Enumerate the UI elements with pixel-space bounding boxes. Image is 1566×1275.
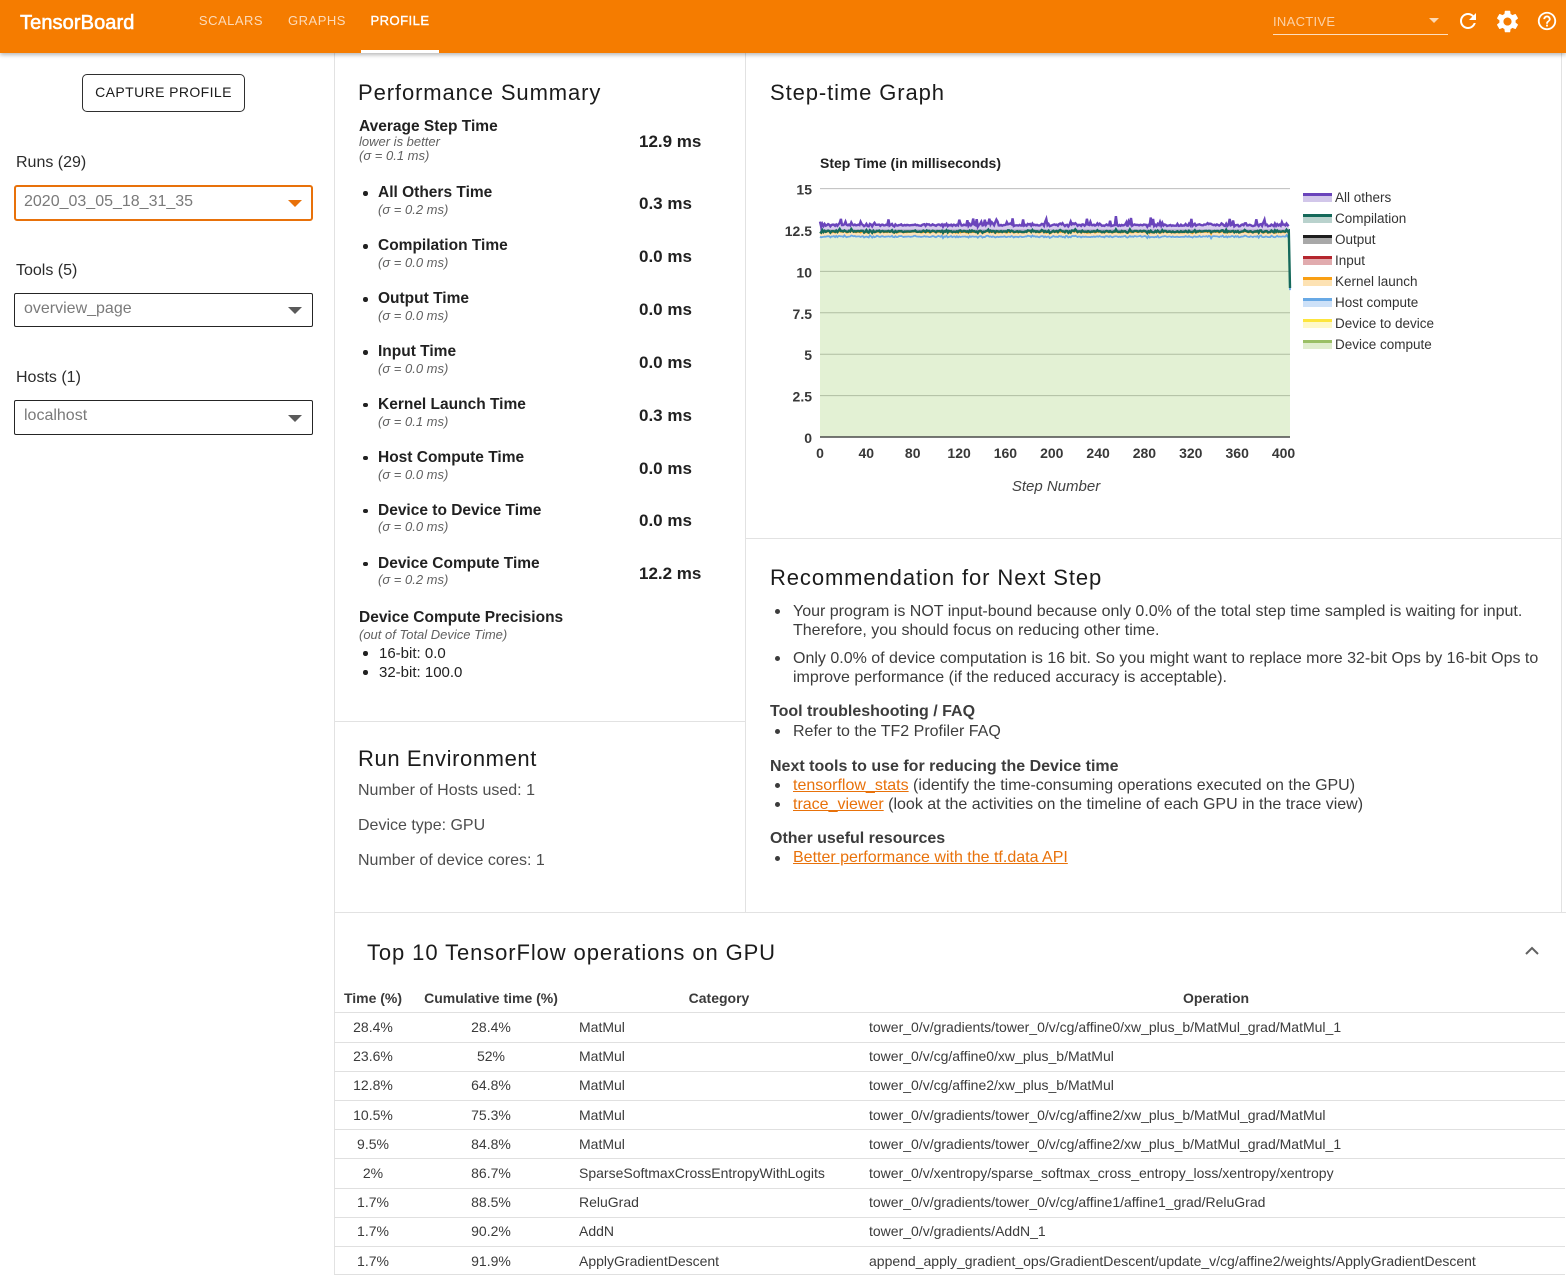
svg-text:160: 160 — [994, 445, 1018, 461]
svg-text:Step Number: Step Number — [1012, 478, 1101, 495]
svg-text:12.5: 12.5 — [785, 223, 812, 239]
svg-text:5: 5 — [804, 347, 812, 363]
svg-text:40: 40 — [859, 445, 875, 461]
svg-text:360: 360 — [1226, 445, 1250, 461]
svg-text:7.5: 7.5 — [793, 306, 813, 322]
svg-text:2.5: 2.5 — [793, 389, 813, 405]
svg-text:0: 0 — [804, 430, 812, 446]
svg-text:10: 10 — [796, 264, 812, 280]
svg-text:400: 400 — [1272, 445, 1296, 461]
svg-text:320: 320 — [1179, 445, 1203, 461]
svg-text:280: 280 — [1133, 445, 1157, 461]
svg-text:240: 240 — [1086, 445, 1110, 461]
svg-text:80: 80 — [905, 445, 921, 461]
svg-text:Step Time (in milliseconds): Step Time (in milliseconds) — [820, 155, 1001, 171]
svg-text:200: 200 — [1040, 445, 1064, 461]
svg-text:120: 120 — [947, 445, 971, 461]
svg-text:0: 0 — [816, 445, 824, 461]
svg-text:15: 15 — [796, 182, 812, 198]
